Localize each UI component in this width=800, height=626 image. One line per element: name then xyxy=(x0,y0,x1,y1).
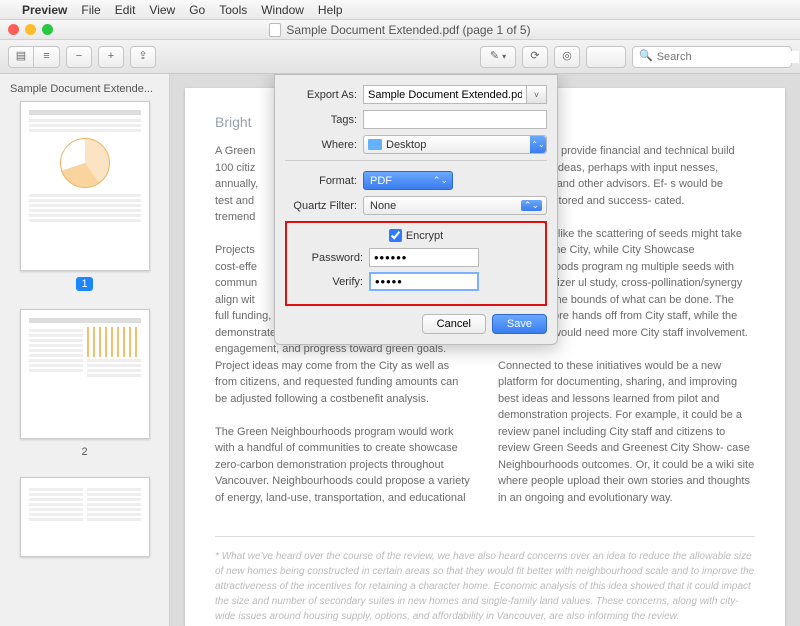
chevron-updown-icon: ⌃⌄ xyxy=(530,136,546,153)
expand-button[interactable]: ˅ xyxy=(527,85,547,104)
sidebar-view-button[interactable]: ▤ xyxy=(8,46,34,68)
para: The Green Neighbourhoods program would w… xyxy=(215,424,472,507)
zoom-out-button[interactable]: − xyxy=(66,46,92,68)
chevron-updown-icon: ⌃⌄ xyxy=(521,200,542,211)
sidebar-icon: ▤ xyxy=(16,51,26,62)
export-as-label: Export As: xyxy=(285,89,357,101)
view-mode-segment: ▤ ≡ xyxy=(8,46,60,68)
window-title: Sample Document Extended.pdf (page 1 of … xyxy=(286,23,530,37)
chevron-updown-icon: ⌃⌄ xyxy=(433,175,448,186)
thumbnail-3-wrap[interactable] xyxy=(8,477,161,557)
highlight-button[interactable] xyxy=(586,46,626,68)
where-value: Desktop xyxy=(386,139,426,151)
encrypt-label: Encrypt xyxy=(406,230,443,242)
window-controls xyxy=(8,24,53,35)
thumbnail-2-wrap[interactable]: 2 xyxy=(8,309,161,459)
format-select[interactable]: PDF ⌃⌄ xyxy=(363,171,453,190)
search-field[interactable]: 🔍 xyxy=(632,46,792,68)
export-as-input[interactable] xyxy=(363,85,527,104)
main: Sample Document Extende... 1 2 xyxy=(0,74,800,626)
titlebar: Sample Document Extended.pdf (page 1 of … xyxy=(0,20,800,40)
search-icon: 🔍 xyxy=(639,51,653,62)
search-input[interactable] xyxy=(657,51,799,63)
menu-view[interactable]: View xyxy=(149,3,175,17)
thumbnail-1-number: 1 xyxy=(76,277,92,291)
share-button[interactable]: ⇪ xyxy=(130,46,156,68)
verify-label: Verify: xyxy=(293,276,363,288)
quartz-filter-value: None xyxy=(370,200,396,212)
chevron-down-icon: ▾ xyxy=(502,53,506,61)
menu-tools[interactable]: Tools xyxy=(219,3,247,17)
folder-icon xyxy=(368,139,382,150)
thumbnail-1-wrap[interactable]: 1 xyxy=(8,101,161,291)
rotate-icon: ⟳ xyxy=(530,51,539,62)
document-icon xyxy=(269,23,281,37)
menu-window[interactable]: Window xyxy=(261,3,304,17)
thumbnail-3[interactable] xyxy=(20,477,150,557)
menubar: Preview File Edit View Go Tools Window H… xyxy=(0,0,800,20)
encrypt-checkbox[interactable] xyxy=(389,229,402,242)
thumbnail-2-number: 2 xyxy=(76,445,92,459)
toolbar: ▤ ≡ − + ⇪ ✎▾ ⟳ ◎ 🔍 xyxy=(0,40,800,74)
export-dialog: Export As: ˅ Tags: Where: Desktop ⌃⌄ For… xyxy=(274,74,558,345)
format-label: Format: xyxy=(285,175,357,187)
pencil-icon: ✎ xyxy=(490,51,499,62)
menu-go[interactable]: Go xyxy=(189,3,205,17)
where-label: Where: xyxy=(285,139,357,151)
list-view-button[interactable]: ≡ xyxy=(34,46,60,68)
menu-file[interactable]: File xyxy=(81,3,100,17)
markup-button[interactable]: ✎▾ xyxy=(480,46,516,68)
tags-label: Tags: xyxy=(285,114,357,126)
close-button[interactable] xyxy=(8,24,19,35)
where-select[interactable]: Desktop ⌃⌄ xyxy=(363,135,547,154)
para: Connected to these initiatives would be … xyxy=(498,358,755,507)
highlighted-region: Encrypt Password: Verify: xyxy=(285,221,547,306)
quartz-filter-select[interactable]: None ⌃⌄ xyxy=(363,196,547,215)
quartz-filter-label: Quartz Filter: xyxy=(285,200,357,212)
zoom-in-button[interactable]: + xyxy=(98,46,124,68)
sidebar-title: Sample Document Extende... xyxy=(8,80,161,101)
verify-input[interactable] xyxy=(369,272,479,291)
zoom-button[interactable] xyxy=(42,24,53,35)
thumbnail-1[interactable] xyxy=(20,101,150,271)
password-input[interactable] xyxy=(369,248,479,267)
password-label: Password: xyxy=(293,252,363,264)
menu-help[interactable]: Help xyxy=(318,3,343,17)
app-name[interactable]: Preview xyxy=(22,3,67,17)
rotate-button[interactable]: ⟳ xyxy=(522,46,548,68)
format-value: PDF xyxy=(370,175,392,187)
document-content: Bright A Green 100 citiz annually, test … xyxy=(170,74,800,626)
list-icon: ≡ xyxy=(43,51,49,62)
zoom-in-icon: + xyxy=(108,51,114,62)
menu-edit[interactable]: Edit xyxy=(115,3,136,17)
save-button[interactable]: Save xyxy=(492,314,547,334)
edit-button[interactable]: ◎ xyxy=(554,46,580,68)
chevron-down-icon: ˅ xyxy=(534,90,539,100)
cancel-button[interactable]: Cancel xyxy=(422,314,486,334)
thumbnails-sidebar: Sample Document Extende... 1 2 xyxy=(0,74,170,626)
footnote: * What we've heard over the course of th… xyxy=(215,536,755,624)
tags-input[interactable] xyxy=(363,110,547,129)
toolbox-icon: ◎ xyxy=(562,51,572,62)
dialog-separator xyxy=(285,160,547,161)
thumbnail-2[interactable] xyxy=(20,309,150,439)
zoom-out-icon: − xyxy=(76,51,82,62)
share-icon: ⇪ xyxy=(138,51,147,62)
minimize-button[interactable] xyxy=(25,24,36,35)
